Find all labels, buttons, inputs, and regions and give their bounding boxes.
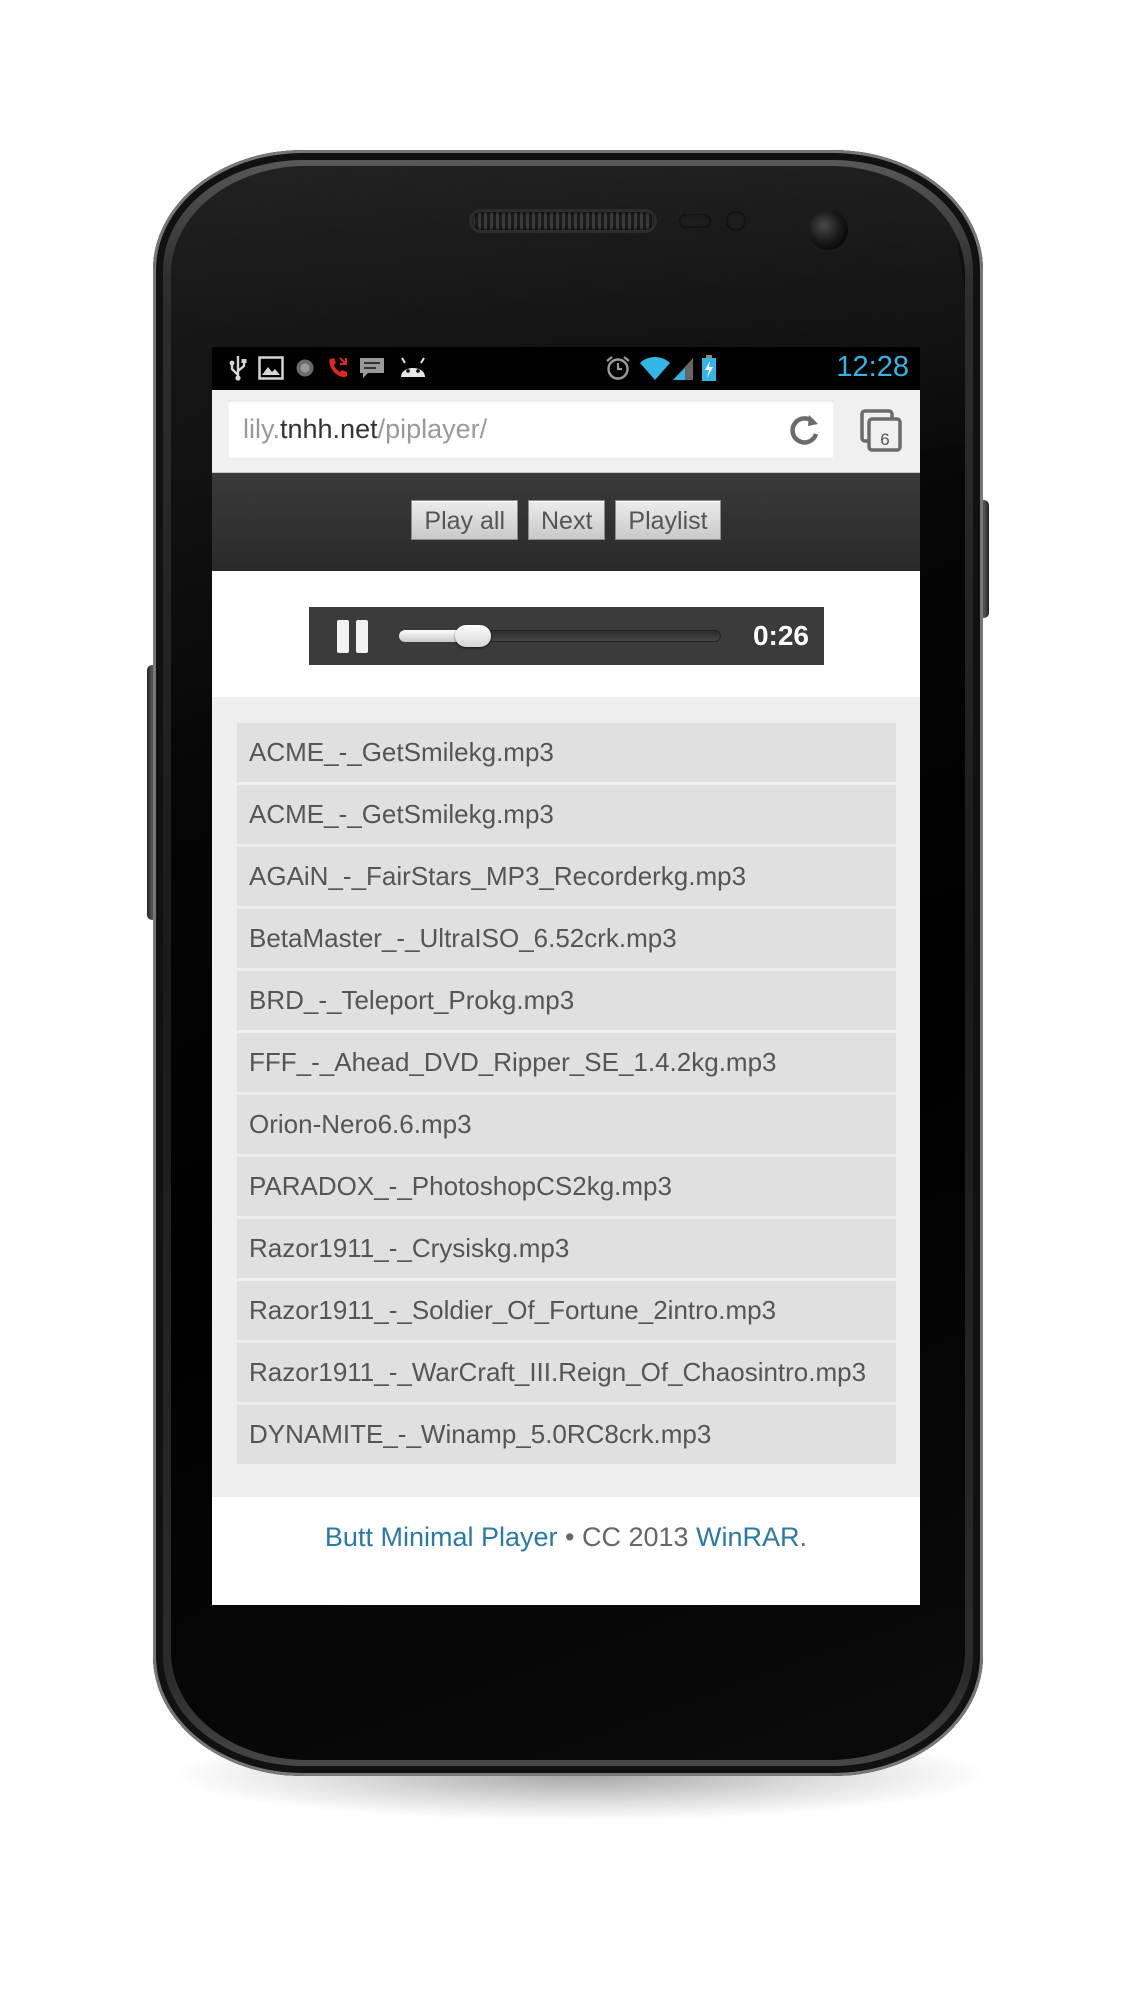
playlist: ACME_-_GetSmilekg.mp3 ACME_-_GetSmilekg.…: [237, 723, 896, 1467]
author-link[interactable]: WinRAR: [696, 1522, 800, 1552]
usb-icon: [228, 355, 248, 381]
address-field[interactable]: lily.tnhh.net/piplayer/: [228, 400, 834, 458]
url-host: tnhh.net: [280, 414, 378, 444]
light-sensor: [726, 211, 746, 231]
audio-area: 0:26: [212, 571, 920, 697]
playlist-item[interactable]: AGAiN_-_FairStars_MP3_Recorderkg.mp3: [237, 847, 896, 906]
signal-icon: [670, 355, 696, 381]
playlist-item[interactable]: DYNAMITE_-_Winamp_5.0RC8crk.mp3: [237, 1405, 896, 1464]
playlist-item[interactable]: FFF_-_Ahead_DVD_Ripper_SE_1.4.2kg.mp3: [237, 1033, 896, 1092]
player-link[interactable]: Butt Minimal Player: [325, 1522, 558, 1552]
pause-icon[interactable]: [337, 620, 369, 653]
browser-url-bar: lily.tnhh.net/piplayer/ 6: [212, 390, 920, 473]
seek-handle[interactable]: [455, 625, 492, 647]
player-header: Play all Next Playlist: [212, 473, 920, 571]
footer: Butt Minimal Player • CC 2013 WinRAR.: [212, 1497, 920, 1605]
reload-icon[interactable]: [784, 410, 824, 450]
status-bar: 12:28: [212, 347, 920, 390]
earpiece-speaker: [472, 212, 654, 230]
status-time: 12:28: [836, 351, 909, 383]
play-all-button[interactable]: Play all: [411, 500, 518, 540]
control-buttons: Play all Next Playlist: [212, 500, 920, 540]
playlist-item[interactable]: ACME_-_GetSmilekg.mp3: [237, 723, 896, 782]
phone-screen: 12:28 lily.tnhh.net/piplayer/ 6 Play all…: [212, 347, 920, 1605]
playlist-item[interactable]: PARADOX_-_PhotoshopCS2kg.mp3: [237, 1157, 896, 1216]
playlist-item[interactable]: ACME_-_GetSmilekg.mp3: [237, 785, 896, 844]
playlist-item[interactable]: Orion-Nero6.6.mp3: [237, 1095, 896, 1154]
stage: 12:28 lily.tnhh.net/piplayer/ 6 Play all…: [0, 0, 1148, 1994]
playlist-item[interactable]: BetaMaster_-_UltraISO_6.52crk.mp3: [237, 909, 896, 968]
alarm-icon: [604, 355, 632, 381]
url-prefix: lily.: [243, 414, 280, 444]
playlist-area: ACME_-_GetSmilekg.mp3 ACME_-_GetSmilekg.…: [212, 697, 920, 1497]
audio-player: 0:26: [309, 607, 824, 665]
playlist-item[interactable]: Razor1911_-_Crysiskg.mp3: [237, 1219, 896, 1278]
footer-text: • CC 2013: [557, 1522, 697, 1552]
playlist-button[interactable]: Playlist: [615, 500, 721, 540]
footer-end: .: [799, 1522, 808, 1552]
record-icon: [293, 355, 317, 381]
tabs-icon[interactable]: 6: [859, 409, 903, 453]
playlist-item[interactable]: Razor1911_-_Soldier_Of_Fortune_2intro.mp…: [237, 1281, 896, 1340]
proximity-sensor: [679, 214, 711, 228]
next-button[interactable]: Next: [528, 500, 606, 540]
seek-bar[interactable]: [399, 625, 721, 647]
playback-time: 0:26: [752, 620, 809, 651]
wifi-icon: [639, 355, 671, 381]
missed-call-icon: [325, 355, 351, 381]
battery-charging-icon: [700, 355, 718, 381]
url-path: /piplayer/: [377, 414, 488, 444]
android-icon: [397, 355, 429, 381]
image-icon: [257, 355, 285, 381]
tab-count: 6: [880, 430, 889, 449]
playlist-item[interactable]: BRD_-_Teleport_Prokg.mp3: [237, 971, 896, 1030]
message-icon: [357, 355, 387, 381]
url-text[interactable]: lily.tnhh.net/piplayer/: [243, 414, 487, 445]
front-camera: [808, 210, 848, 250]
playlist-item[interactable]: Razor1911_-_WarCraft_III.Reign_Of_Chaosi…: [237, 1343, 896, 1402]
